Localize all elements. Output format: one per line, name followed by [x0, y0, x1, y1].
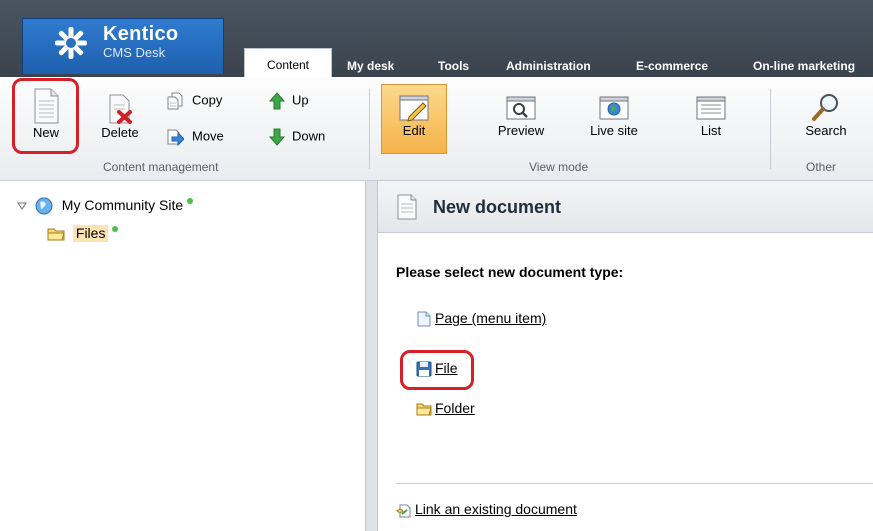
content-tree: My Community Site Files [0, 181, 371, 531]
doc-type-folder-link[interactable]: Folder [435, 400, 475, 416]
collapse-arrow-icon [17, 202, 27, 211]
top-header: Kentico CMS Desk Content My desk Tools A… [0, 0, 873, 77]
tree-node-root-label: My Community Site [61, 197, 184, 213]
preview-button[interactable]: Preview [491, 89, 551, 138]
delete-button-label: Delete [101, 125, 139, 140]
up-button[interactable]: Up [268, 91, 309, 110]
page-icon [417, 311, 431, 327]
group-caption-content-management: Content management [103, 160, 219, 174]
live-site-label: Live site [590, 123, 638, 138]
move-button[interactable]: Move [166, 127, 224, 146]
edit-icon [399, 95, 429, 122]
document-icon [397, 194, 417, 220]
ribbon-separator [770, 89, 771, 169]
arrow-down-icon [268, 128, 286, 146]
tab-my-desk[interactable]: My desk [347, 56, 394, 77]
search-button[interactable]: Search [793, 87, 859, 138]
edit-label: Edit [402, 123, 426, 138]
content-panel: New document Please select new document … [378, 181, 873, 531]
status-dot [187, 198, 194, 204]
brand-name: Kentico [103, 23, 179, 45]
highlight-file [400, 350, 474, 390]
arrow-up-icon [268, 91, 286, 110]
group-caption-view-mode: View mode [529, 160, 589, 174]
highlight-new [12, 78, 79, 154]
globe-icon [35, 197, 53, 215]
ribbon-toolbar: New Delete Copy Move Up Down Content man… [0, 77, 873, 181]
tab-content[interactable]: Content [244, 48, 332, 77]
live-site-icon [599, 96, 629, 120]
edit-button[interactable]: Edit [381, 84, 447, 154]
select-type-prompt: Please select new document type: [396, 264, 624, 280]
delete-document-icon [109, 94, 132, 124]
tab-on-line-marketing[interactable]: On-line marketing [753, 56, 873, 77]
kentico-logo[interactable]: Kentico CMS Desk [22, 18, 224, 74]
move-label: Move [192, 128, 224, 144]
folder-icon [47, 228, 65, 241]
folder-icon [416, 403, 432, 416]
page-title: New document [433, 197, 562, 217]
tree-node-root[interactable]: My Community Site [17, 195, 194, 215]
copy-label: Copy [192, 92, 223, 108]
doc-type-page-link[interactable]: Page (menu item) [435, 310, 546, 326]
search-icon [812, 94, 838, 121]
preview-label: Preview [497, 123, 545, 138]
preview-icon [506, 96, 536, 120]
pane-splitter[interactable] [365, 181, 378, 531]
delete-button[interactable]: Delete [92, 89, 148, 140]
list-icon [696, 96, 726, 120]
tab-e-commerce[interactable]: E-commerce [636, 56, 708, 77]
tree-node-files-label: Files [72, 225, 109, 242]
link-icon [396, 504, 411, 518]
link-existing-document-link[interactable]: Link an existing document [415, 501, 577, 517]
search-label: Search [805, 123, 847, 138]
down-label: Down [292, 128, 326, 144]
up-label: Up [292, 92, 309, 108]
tab-tools[interactable]: Tools [438, 56, 469, 77]
list-label: List [700, 123, 722, 138]
live-site-button[interactable]: Live site [582, 89, 646, 138]
kentico-star-icon [55, 27, 87, 59]
doc-type-folder[interactable]: Folder [416, 398, 475, 418]
panel-header: New document [378, 181, 873, 233]
group-caption-other: Other [806, 160, 837, 174]
move-icon [167, 129, 184, 146]
brand-subtitle: CMS Desk [103, 45, 166, 60]
tab-administration[interactable]: Administration [506, 56, 591, 77]
link-existing-document[interactable]: Link an existing document [396, 499, 577, 519]
down-button[interactable]: Down [268, 127, 326, 146]
divider [396, 483, 873, 484]
status-dot [112, 226, 119, 232]
copy-button[interactable]: Copy [166, 91, 223, 110]
ribbon-separator [369, 89, 370, 169]
copy-icon [167, 92, 183, 110]
tree-node-files[interactable]: Files [47, 223, 119, 243]
list-button[interactable]: List [683, 89, 739, 138]
doc-type-page[interactable]: Page (menu item) [416, 308, 546, 328]
